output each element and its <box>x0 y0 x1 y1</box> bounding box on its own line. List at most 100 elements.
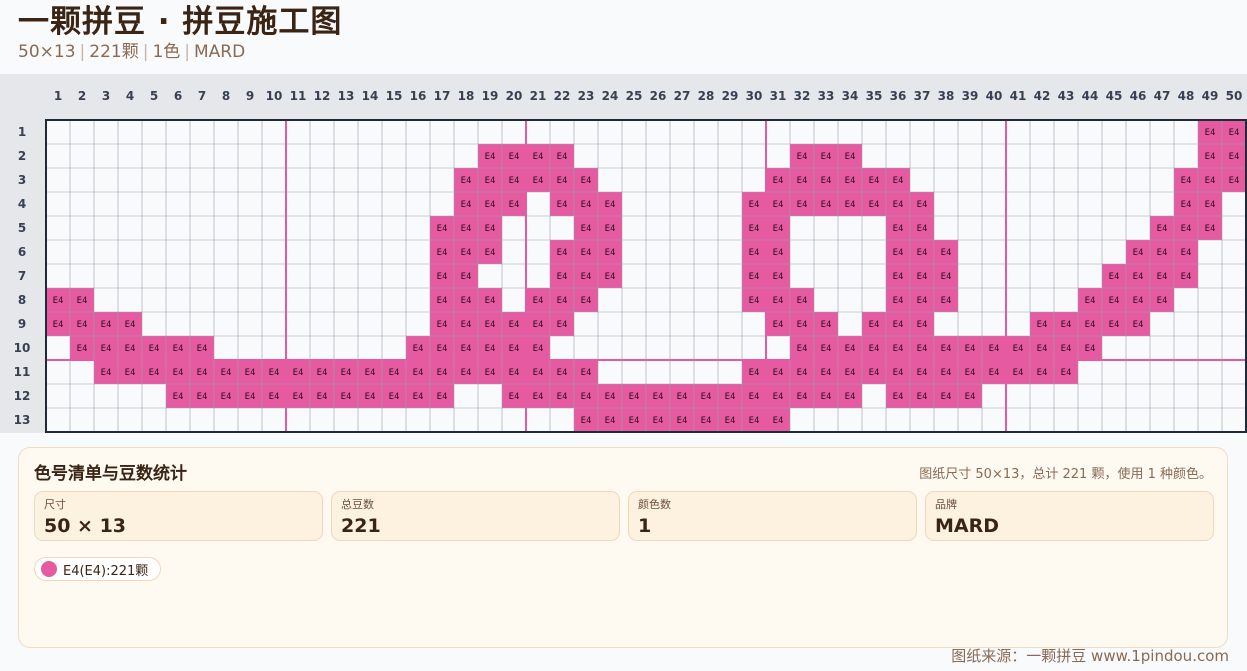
column-number: 34 <box>842 89 859 103</box>
column-number: 31 <box>770 89 787 103</box>
bead-label: E4 <box>797 368 808 378</box>
column-number: 45 <box>1106 89 1123 103</box>
bead-label: E4 <box>1037 344 1048 354</box>
bead-label: E4 <box>461 248 472 258</box>
source-credit: 图纸来源：一颗拼豆 www.1pindou.com <box>951 647 1229 665</box>
bead-label: E4 <box>1205 224 1216 234</box>
bead-label: E4 <box>821 368 832 378</box>
meta-separator: | <box>79 42 86 62</box>
bead-label: E4 <box>509 320 520 330</box>
bead-label: E4 <box>869 320 880 330</box>
bead-label: E4 <box>1229 128 1240 138</box>
stat-card-brand: 品牌 MARD <box>925 491 1214 541</box>
bead-label: E4 <box>269 392 280 402</box>
bead-label: E4 <box>797 344 808 354</box>
bead-label: E4 <box>989 368 1000 378</box>
bead-label: E4 <box>293 392 304 402</box>
bead-label: E4 <box>893 272 904 282</box>
bead-label: E4 <box>173 344 184 354</box>
bead-label: E4 <box>1229 176 1240 186</box>
bead-label: E4 <box>1133 248 1144 258</box>
bead-label: E4 <box>605 200 616 210</box>
column-number: 33 <box>818 89 835 103</box>
meta-colors: 1色 <box>152 42 181 62</box>
bead-label: E4 <box>437 368 448 378</box>
bead-label: E4 <box>1085 296 1096 306</box>
bead-label: E4 <box>629 416 640 426</box>
bead-label: E4 <box>485 152 496 162</box>
bead-label: E4 <box>701 392 712 402</box>
pattern-meta: 50×13 | 221颗 | 1色 | MARD <box>18 42 342 62</box>
bead-label: E4 <box>557 248 568 258</box>
bead-label: E4 <box>749 200 760 210</box>
stat-value: 1 <box>638 515 652 537</box>
bead-label: E4 <box>1061 344 1072 354</box>
column-number: 24 <box>602 89 619 103</box>
bead-label: E4 <box>749 224 760 234</box>
bead-label: E4 <box>485 320 496 330</box>
bead-label: E4 <box>821 392 832 402</box>
column-number: 49 <box>1202 89 1219 103</box>
bead-label: E4 <box>893 320 904 330</box>
bead-label: E4 <box>797 176 808 186</box>
bead-label: E4 <box>197 344 208 354</box>
bead-label: E4 <box>845 152 856 162</box>
row-number: 5 <box>18 221 26 235</box>
meta-separator: | <box>184 42 190 62</box>
bead-label: E4 <box>965 392 976 402</box>
bead-label: E4 <box>1133 272 1144 282</box>
column-number: 19 <box>482 89 499 103</box>
column-number: 11 <box>290 89 307 103</box>
bead-label: E4 <box>461 320 472 330</box>
bead-label: E4 <box>917 344 928 354</box>
bead-label: E4 <box>485 176 496 186</box>
bead-label: E4 <box>1157 248 1168 258</box>
bead-label: E4 <box>533 344 544 354</box>
bead-label: E4 <box>245 368 256 378</box>
bead-label: E4 <box>1013 368 1024 378</box>
column-number: 22 <box>554 89 571 103</box>
bead-label: E4 <box>461 368 472 378</box>
bead-label: E4 <box>101 320 112 330</box>
bead-label: E4 <box>773 416 784 426</box>
bead-label: E4 <box>1085 320 1096 330</box>
row-number: 10 <box>14 341 31 355</box>
bead-label: E4 <box>1181 176 1192 186</box>
column-number: 5 <box>150 89 158 103</box>
bead-label: E4 <box>677 416 688 426</box>
page-header: 一颗拼豆 · 拼豆施工图 50×13 | 221颗 | 1色 | MARD <box>18 2 342 62</box>
bead-label: E4 <box>845 344 856 354</box>
bead-label: E4 <box>125 368 136 378</box>
bead-label: E4 <box>893 200 904 210</box>
bead-label: E4 <box>533 152 544 162</box>
bead-label: E4 <box>197 392 208 402</box>
color-legend-chip[interactable]: E4(E4):221颗 <box>34 557 162 581</box>
bead-label: E4 <box>581 416 592 426</box>
bead-label: E4 <box>437 344 448 354</box>
bead-label: E4 <box>1205 176 1216 186</box>
column-number: 48 <box>1178 89 1195 103</box>
bead-label: E4 <box>269 368 280 378</box>
bead-label: E4 <box>749 392 760 402</box>
column-number: 50 <box>1226 89 1243 103</box>
column-number: 6 <box>174 89 182 103</box>
bead-label: E4 <box>509 344 520 354</box>
column-number: 37 <box>914 89 931 103</box>
column-number: 14 <box>362 89 379 103</box>
stat-label: 颜色数 <box>638 498 671 511</box>
bead-label: E4 <box>557 296 568 306</box>
bead-label: E4 <box>485 296 496 306</box>
bead-label: E4 <box>485 200 496 210</box>
row-number: 3 <box>18 173 26 187</box>
stat-value: 221 <box>341 515 381 537</box>
bead-label: E4 <box>437 296 448 306</box>
bead-label: E4 <box>341 392 352 402</box>
column-number: 10 <box>266 89 283 103</box>
bead-label: E4 <box>725 416 736 426</box>
bead-label: E4 <box>557 200 568 210</box>
bead-label: E4 <box>605 224 616 234</box>
bead-label: E4 <box>749 368 760 378</box>
bead-label: E4 <box>941 296 952 306</box>
bead-label: E4 <box>605 392 616 402</box>
bead-label: E4 <box>509 200 520 210</box>
